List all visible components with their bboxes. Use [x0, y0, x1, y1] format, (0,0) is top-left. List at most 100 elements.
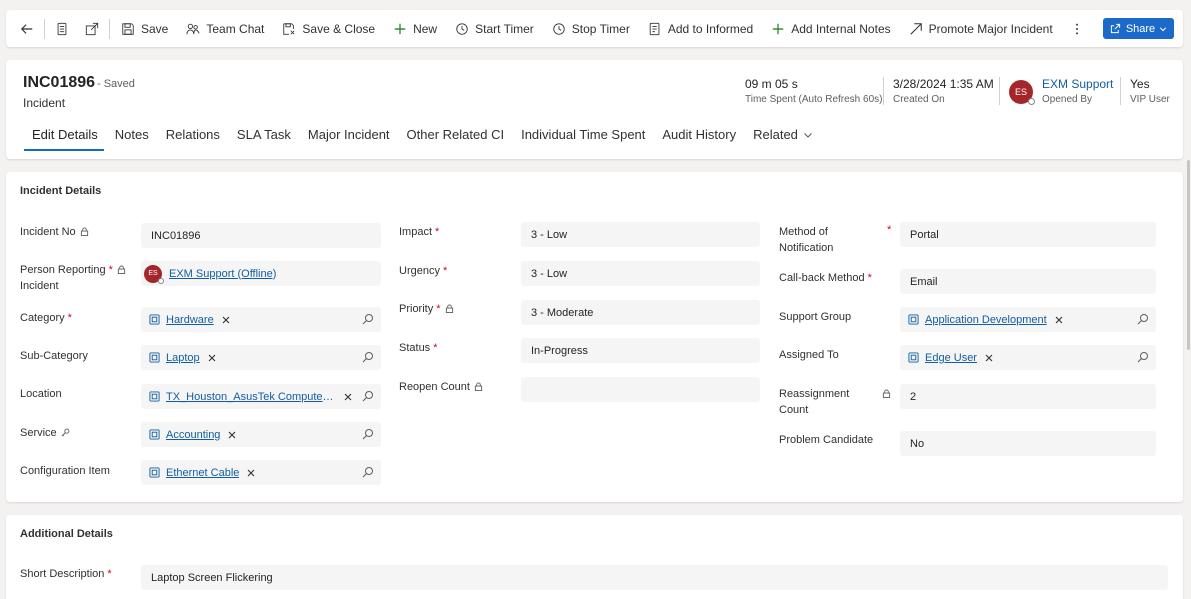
search-icon[interactable] [1137, 351, 1149, 363]
configuration-item-label: Configuration Item [20, 463, 110, 479]
record-tag-icon [908, 352, 919, 363]
incident-no-field: INC01896 [141, 223, 381, 248]
section-title: Incident Details [20, 185, 102, 197]
start-timer-button[interactable]: Start Timer [446, 10, 543, 47]
record-header: INC01896 - Saved Incident 09 m 05 s Time… [6, 60, 1183, 159]
list-icon [649, 22, 660, 35]
urgency-select[interactable]: 3 - Low [521, 261, 760, 286]
service-link[interactable]: Accounting [166, 429, 220, 441]
promote-major-incident-button[interactable]: Promote Major Incident [900, 10, 1062, 47]
back-arrow-icon [20, 23, 33, 34]
tab-major-incident[interactable]: Major Incident [300, 124, 398, 151]
team-chat-button[interactable]: Team Chat [177, 10, 273, 47]
tab-individual-time-spent[interactable]: Individual Time Spent [513, 124, 653, 151]
time-spent-value: 09 m 05 s [745, 77, 798, 91]
new-button[interactable]: New [384, 10, 446, 47]
status-select[interactable]: In-Progress [521, 338, 760, 363]
search-icon[interactable] [1137, 313, 1149, 325]
support-group-lookup[interactable]: Application Development [900, 307, 1156, 332]
share-button[interactable]: Share [1103, 18, 1174, 39]
category-label: Category * [20, 310, 72, 326]
remove-icon[interactable] [228, 431, 236, 439]
add-to-informed-button[interactable]: Add to Informed [639, 10, 762, 47]
support-group-link[interactable]: Application Development [925, 314, 1047, 326]
search-icon[interactable] [362, 428, 374, 440]
tab-label: Audit History [662, 127, 737, 142]
assigned-to-link[interactable]: Edge User [925, 352, 977, 364]
tab-relations[interactable]: Relations [158, 124, 228, 151]
short-description-label: Short Description * [20, 566, 112, 582]
tab-sla-task[interactable]: SLA Task [229, 124, 299, 151]
field-value: INC01896 [151, 229, 201, 242]
callback-method-select[interactable]: Email [900, 269, 1156, 294]
save-label: Save [141, 21, 169, 36]
clock-icon [456, 22, 468, 35]
stop-timer-button[interactable]: Stop Timer [543, 10, 639, 47]
clock-icon [553, 22, 565, 35]
save-button[interactable]: Save [112, 10, 177, 47]
header-opened-by: EXM Support Opened By [1042, 77, 1113, 105]
form-view-button[interactable] [47, 10, 77, 47]
field-value: In-Progress [531, 344, 588, 357]
remove-icon[interactable] [208, 354, 216, 362]
presence-indicator [1028, 98, 1035, 105]
header-divider [999, 77, 1000, 105]
search-icon[interactable] [362, 351, 374, 363]
label-text: Category [20, 312, 65, 324]
remove-icon[interactable] [985, 354, 993, 362]
vip-label: VIP User [1130, 94, 1170, 105]
tab-label: Relations [165, 127, 220, 142]
method-of-notification-select[interactable]: Portal [900, 222, 1156, 247]
search-icon[interactable] [362, 390, 374, 402]
assigned-to-lookup[interactable]: Edge User [900, 345, 1156, 370]
vertical-scrollbar[interactable] [1187, 160, 1190, 350]
required-indicator: * [867, 272, 872, 284]
short-description-input[interactable]: Laptop Screen Flickering [141, 565, 1168, 590]
remove-icon[interactable] [344, 393, 352, 401]
stop-timer-label: Stop Timer [571, 21, 630, 36]
status-label: Status * [399, 340, 437, 356]
sub-category-lookup[interactable]: Laptop [141, 345, 381, 370]
search-icon[interactable] [362, 466, 374, 478]
impact-select[interactable]: 3 - Low [521, 222, 760, 247]
sub-category-link[interactable]: Laptop [166, 352, 200, 364]
save-close-button[interactable]: Save & Close [273, 10, 384, 47]
share-label: Share [1125, 22, 1156, 35]
tab-edit-details[interactable]: Edit Details [24, 124, 106, 151]
section-title: Additional Details [20, 528, 113, 540]
tab-notes[interactable]: Notes [107, 124, 157, 151]
remove-icon[interactable] [1055, 316, 1063, 324]
record-tag-icon [149, 314, 160, 325]
incident-details-section: Incident Details Incident No INC01896 Pe… [6, 172, 1183, 502]
record-tag-icon [149, 352, 160, 363]
tab-other-related-ci[interactable]: Other Related CI [399, 124, 513, 151]
tab-audit-history[interactable]: Audit History [654, 124, 744, 151]
search-icon[interactable] [362, 313, 374, 325]
configuration-item-lookup[interactable]: Ethernet Cable [141, 460, 381, 485]
category-lookup[interactable]: Hardware [141, 307, 381, 332]
remove-icon[interactable] [247, 469, 255, 477]
location-link[interactable]: TX_Houston_AsusTek Computer ... [166, 391, 336, 403]
label-text: Short Description [20, 568, 105, 580]
label-text: Impact [399, 226, 433, 238]
entity-name: Incident [23, 96, 66, 110]
required-indicator: * [435, 226, 440, 238]
more-commands-button[interactable] [1062, 10, 1092, 47]
reopen-count-label: Reopen Count [399, 379, 483, 395]
opened-by-avatar: ES [1009, 80, 1035, 105]
category-link[interactable]: Hardware [166, 314, 214, 326]
problem-candidate-select[interactable]: No [900, 431, 1156, 456]
add-internal-notes-button[interactable]: Add Internal Notes [762, 10, 899, 47]
location-lookup[interactable]: TX_Houston_AsusTek Computer ... [141, 384, 381, 409]
tab-related[interactable]: Related [745, 124, 821, 151]
remove-icon[interactable] [222, 316, 230, 324]
configuration-item-link[interactable]: Ethernet Cable [166, 467, 239, 479]
open-new-window-button[interactable] [77, 10, 107, 47]
back-button[interactable] [12, 10, 42, 47]
service-lookup[interactable]: Accounting [141, 422, 381, 447]
opened-by-link[interactable]: EXM Support [1042, 77, 1113, 91]
required-indicator: * [107, 568, 112, 580]
team-chat-label: Team Chat [206, 21, 265, 36]
lock-icon [445, 304, 453, 313]
person-reporting-link[interactable]: EXM Support (Offline) [169, 268, 276, 280]
